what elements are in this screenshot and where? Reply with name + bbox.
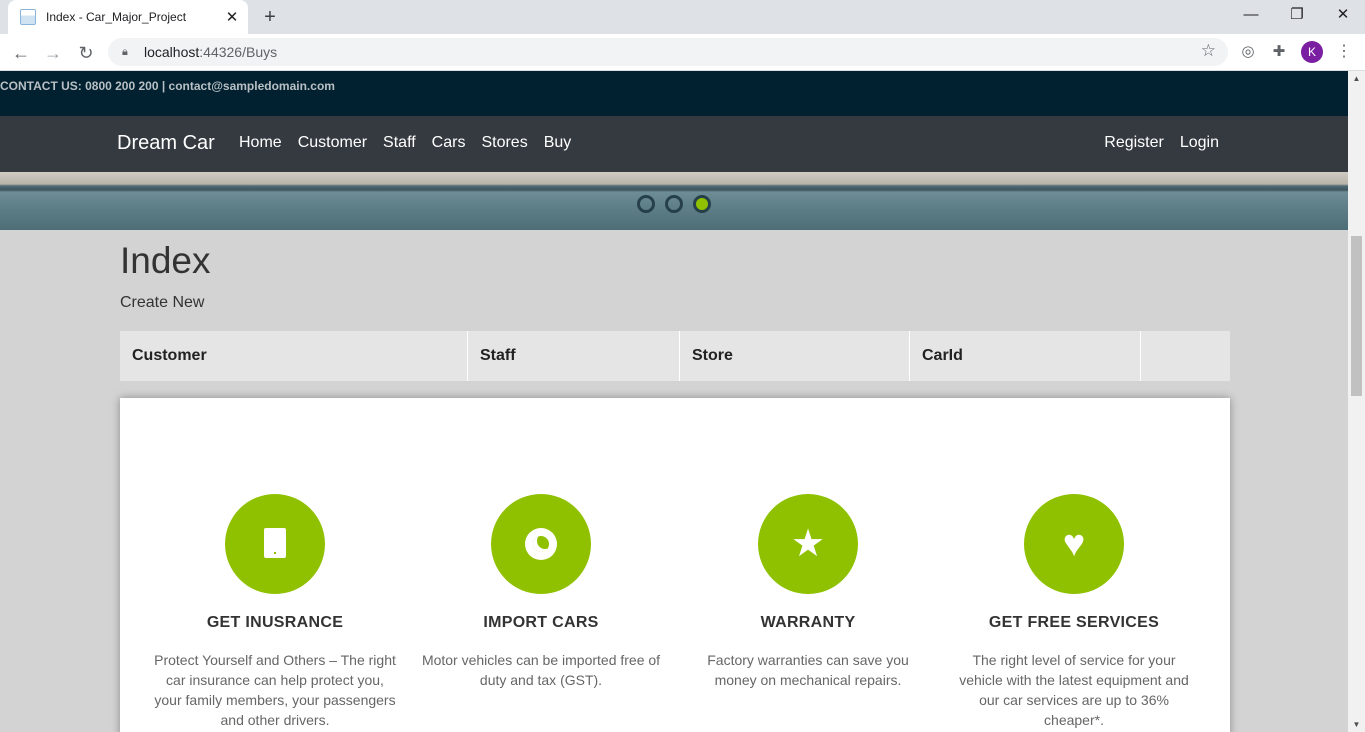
feature-heading: WARRANTY <box>760 614 856 631</box>
forward-arrow-icon[interactable]: → <box>40 40 66 66</box>
feature-heading: GET FREE SERVICES <box>988 614 1160 631</box>
carousel-indicators <box>637 195 711 213</box>
page-title: Index <box>120 240 211 281</box>
tab-close-icon[interactable]: ✕ <box>222 8 242 26</box>
feature-description: Motor vehicles can be imported free of d… <box>421 652 661 688</box>
feature-description: The right level of service for your vehi… <box>959 652 1189 728</box>
page-scrollbar[interactable]: ▲ ▼ <box>1348 71 1365 732</box>
nav-register[interactable]: Register <box>1104 134 1164 152</box>
browser-tab-strip: Index - Car_Major_Project ✕ + — ❐ ✕ <box>0 0 1365 34</box>
feature-icon-circle <box>225 494 325 594</box>
extensions-puzzle-icon[interactable]: ✚ <box>1267 40 1291 64</box>
carousel-dot-1[interactable] <box>637 195 655 213</box>
nav-links: Home Customer Staff Cars Stores Buy <box>239 134 571 152</box>
bookmark-star-icon[interactable]: ☆ <box>1201 41 1216 61</box>
new-tab-button[interactable]: + <box>258 5 282 29</box>
feature-icon-circle <box>491 494 591 594</box>
nav-buy[interactable]: Buy <box>544 134 572 152</box>
url-text: localhost:44326/Buys <box>144 44 278 60</box>
create-new-link[interactable]: Create New <box>120 294 204 312</box>
feature-icon-circle: ★ <box>758 494 858 594</box>
scroll-down-arrow-icon[interactable]: ▼ <box>1348 720 1365 729</box>
scrollbar-thumb[interactable] <box>1351 236 1362 396</box>
page-icon <box>20 9 36 25</box>
scroll-up-arrow-icon[interactable]: ▲ <box>1348 74 1365 83</box>
heart-icon: ♥ <box>1062 523 1086 565</box>
ring-icon <box>525 528 557 560</box>
feature-import: IMPORT CARS Motor vehicles can be import… <box>408 494 674 690</box>
nav-home[interactable]: Home <box>239 134 282 152</box>
feature-heading: GET INUSRANCE <box>206 614 344 631</box>
column-header-carid: CarId <box>910 331 1141 381</box>
feature-heading: IMPORT CARS <box>483 614 599 631</box>
brand-link[interactable]: Dream Car <box>117 132 215 155</box>
address-bar[interactable]: 🔒︎ localhost:44326/Buys ☆ <box>108 38 1228 66</box>
carousel-dot-2[interactable] <box>665 195 683 213</box>
feature-description: Factory warranties can save you money on… <box>707 652 909 688</box>
star-icon: ★ <box>790 523 826 565</box>
browser-menu-icon[interactable]: ⋮ <box>1336 40 1352 64</box>
browser-tab[interactable]: Index - Car_Major_Project ✕ <box>8 0 248 34</box>
nav-login[interactable]: Login <box>1180 134 1219 152</box>
extension-compass-icon[interactable]: ◎ <box>1236 40 1260 64</box>
column-header-staff: Staff <box>468 331 680 381</box>
reload-icon[interactable]: ↻ <box>73 40 99 66</box>
hero-carousel <box>0 172 1348 230</box>
tablet-icon <box>264 528 286 558</box>
features-panel: GET INUSRANCE Protect Yourself and Other… <box>120 398 1230 732</box>
nav-staff[interactable]: Staff <box>383 134 416 152</box>
window-close-button[interactable]: ✕ <box>1320 0 1365 30</box>
profile-avatar[interactable]: K <box>1301 41 1323 63</box>
feature-warranty: ★ WARRANTY Factory warranties can save y… <box>675 494 941 690</box>
minimize-button[interactable]: — <box>1228 0 1274 30</box>
carousel-dot-3[interactable] <box>693 195 711 213</box>
feature-insurance: GET INUSRANCE Protect Yourself and Other… <box>142 494 408 730</box>
column-header-actions <box>1141 331 1230 381</box>
contact-bar: CONTACT US: 0800 200 200 | contact@sampl… <box>0 71 1348 116</box>
nav-cars[interactable]: Cars <box>432 134 466 152</box>
page-viewport: CONTACT US: 0800 200 200 | contact@sampl… <box>0 71 1348 732</box>
browser-toolbar: ← → ↻ 🔒︎ localhost:44326/Buys ☆ ◎ ✚ K ⋮ <box>0 34 1365 71</box>
restore-button[interactable]: ❐ <box>1274 0 1320 30</box>
back-arrow-icon[interactable]: ← <box>8 40 34 66</box>
nav-stores[interactable]: Stores <box>481 134 527 152</box>
feature-description: Protect Yourself and Others – The right … <box>154 652 396 728</box>
feature-services: ♥ GET FREE SERVICES The right level of s… <box>941 494 1207 730</box>
tab-title: Index - Car_Major_Project <box>46 10 187 24</box>
column-header-store: Store <box>680 331 910 381</box>
column-header-customer: Customer <box>120 331 468 381</box>
nav-customer[interactable]: Customer <box>298 134 367 152</box>
lock-icon: 🔒︎ <box>122 45 128 58</box>
feature-icon-circle: ♥ <box>1024 494 1124 594</box>
main-navbar: Dream Car Home Customer Staff Cars Store… <box>0 116 1348 172</box>
table-header: Customer Staff Store CarId <box>120 331 1230 381</box>
account-links: Register Login <box>1104 134 1219 152</box>
